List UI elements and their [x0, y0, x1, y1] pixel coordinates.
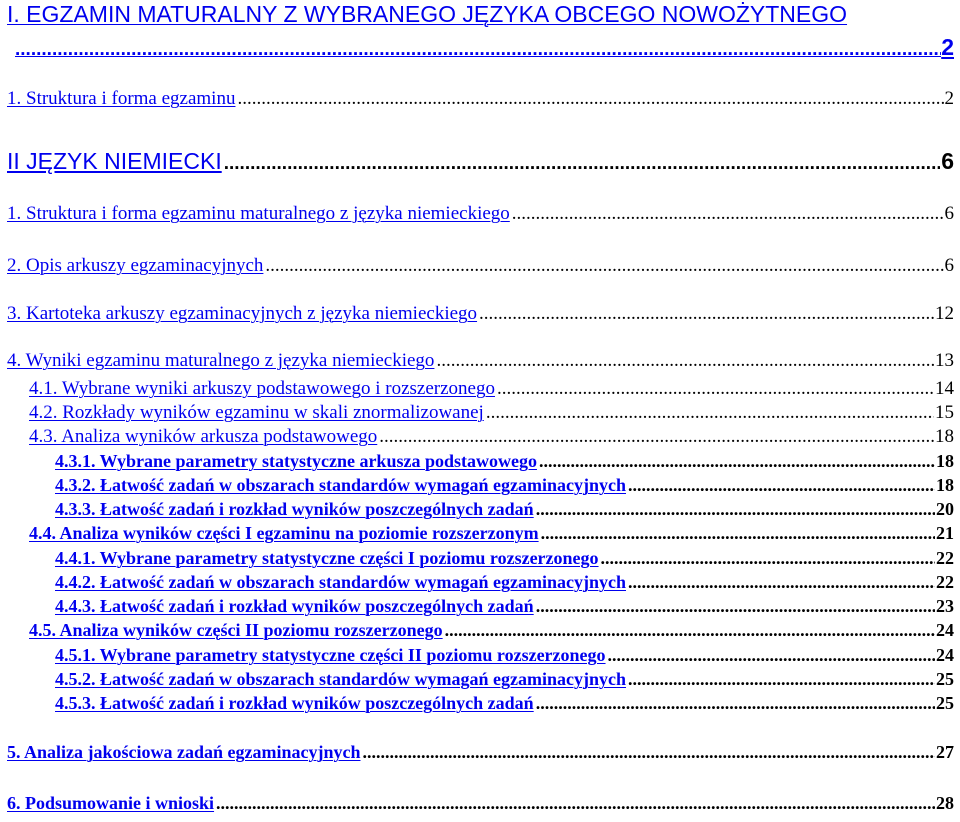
toc-entry-title[interactable]: 4.4.3. Łatwość zadań i rozkład wyników p…: [55, 596, 534, 617]
toc-entry[interactable]: 1. Struktura i forma egzaminu maturalneg…: [7, 203, 954, 225]
toc-entry-title[interactable]: 3. Kartoteka arkuszy egzaminacyjnych z j…: [7, 303, 477, 325]
toc-entry-page: 24: [936, 620, 954, 640]
toc-leader: [628, 572, 935, 593]
toc-entry[interactable]: 4.5.1. Wybrane parametry statystyczne cz…: [7, 645, 954, 666]
toc-entry[interactable]: 4.4. Analiza wyników części I egzaminu n…: [7, 523, 954, 544]
toc-leader: [536, 596, 935, 617]
toc-entry-page: 14: [935, 378, 954, 399]
toc-entry[interactable]: 4.1. Wybrane wyniki arkuszy podstawowego…: [7, 378, 954, 400]
toc-entry-section-i[interactable]: I. EGZAMIN MATURALNY Z WYBRANEGO JĘZYKA …: [7, 1, 954, 61]
toc-entry-page: 27: [936, 742, 954, 762]
toc-entry-page: 6: [944, 203, 955, 224]
toc-leader: [436, 350, 934, 372]
toc-entry-page: 25: [936, 693, 954, 713]
toc-entry[interactable]: 4.2. Rozkłady wyników egzaminu w skali z…: [7, 402, 954, 424]
toc-leader: [539, 451, 935, 472]
toc-entry-page: 12: [935, 303, 954, 324]
toc-entry-page: 6: [941, 148, 954, 174]
toc-entry[interactable]: 4.5.3. Łatwość zadań i rozkład wyników p…: [7, 693, 954, 714]
toc-entry-page: 6: [944, 255, 955, 276]
toc-entry-page: 2: [941, 34, 954, 60]
toc-entry-page: 18: [936, 451, 954, 471]
toc-entry[interactable]: 2. Opis arkuszy egzaminacyjnych 6: [7, 255, 954, 277]
toc-leader: ........................................…: [15, 39, 941, 60]
toc-entry-page: 23: [936, 596, 954, 616]
toc-leader: [379, 426, 934, 448]
toc-entry-title[interactable]: 1. Struktura i forma egzaminu maturalneg…: [7, 203, 510, 225]
toc-entry[interactable]: 4.4.3. Łatwość zadań i rozkład wyników p…: [7, 596, 954, 617]
toc-leader: [497, 378, 934, 400]
toc-entry-page: 18: [935, 426, 954, 447]
toc-entry-section-ii[interactable]: II JĘZYK NIEMIECKI 6: [7, 148, 954, 175]
toc-entry[interactable]: 4.4.1. Wybrane parametry statystyczne cz…: [7, 548, 954, 569]
toc-entry-page: 15: [935, 402, 954, 423]
toc-entry[interactable]: 4. Wyniki egzaminu maturalnego z języka …: [7, 350, 954, 372]
toc-leader: [224, 153, 940, 175]
toc-entry-title[interactable]: 4.3.1. Wybrane parametry statystyczne ar…: [55, 451, 537, 472]
toc-leader: [601, 548, 935, 569]
toc-entry-page: 21: [936, 523, 954, 543]
toc-leader: [363, 742, 936, 763]
toc-entry[interactable]: 4.3.2. Łatwość zadań w obszarach standar…: [7, 475, 954, 496]
toc-entry[interactable]: 4.3.1. Wybrane parametry statystyczne ar…: [7, 451, 954, 472]
toc-entry-title[interactable]: 4.2. Rozkłady wyników egzaminu w skali z…: [29, 402, 484, 424]
toc-leader: [479, 303, 934, 325]
toc-entry[interactable]: 4.5.2. Łatwość zadań w obszarach standar…: [7, 669, 954, 690]
toc-leader: [608, 645, 935, 666]
toc-entry-title[interactable]: 1. Struktura i forma egzaminu: [7, 88, 235, 110]
toc-entry[interactable]: 5. Analiza jakościowa zadań egzaminacyjn…: [7, 742, 954, 763]
toc-entry-page: 25: [936, 669, 954, 689]
toc-entry[interactable]: 3. Kartoteka arkuszy egzaminacyjnych z j…: [7, 303, 954, 325]
toc-leader: [237, 88, 943, 110]
toc-entry[interactable]: 1. Struktura i forma egzaminu 2: [7, 88, 954, 110]
toc-entry[interactable]: 4.3.3. Łatwość zadań i rozkład wyników p…: [7, 499, 954, 520]
toc-leader: [512, 203, 944, 225]
toc-entry-title[interactable]: 4.5.1. Wybrane parametry statystyczne cz…: [55, 645, 606, 666]
toc-leader: [628, 669, 935, 690]
toc-entry-title[interactable]: 4.5.2. Łatwość zadań w obszarach standar…: [55, 669, 626, 690]
toc-entry-title[interactable]: 2. Opis arkuszy egzaminacyjnych: [7, 255, 263, 277]
table-of-contents: I. EGZAMIN MATURALNY Z WYBRANEGO JĘZYKA …: [7, 0, 954, 822]
toc-entry-title[interactable]: 5. Analiza jakościowa zadań egzaminacyjn…: [7, 742, 361, 763]
toc-leader: [536, 693, 935, 714]
toc-entry-title[interactable]: 4.3.2. Łatwość zadań w obszarach standar…: [55, 475, 626, 496]
toc-entry[interactable]: 4.5. Analiza wyników części II poziomu r…: [7, 620, 954, 641]
toc-entry-title[interactable]: 4.3.3. Łatwość zadań i rozkład wyników p…: [55, 499, 534, 520]
toc-entry-page: 2: [944, 88, 955, 109]
toc-entry-page: 20: [936, 499, 954, 519]
toc-entry-title[interactable]: I. EGZAMIN MATURALNY Z WYBRANEGO JĘZYKA …: [7, 1, 847, 27]
toc-entry-page: 24: [936, 645, 954, 665]
toc-leader: [216, 793, 935, 814]
toc-entry-title[interactable]: 4.4.2. Łatwość zadań w obszarach standar…: [55, 572, 626, 593]
toc-entry[interactable]: 4.4.2. Łatwość zadań w obszarach standar…: [7, 572, 954, 593]
toc-entry-title[interactable]: 4. Wyniki egzaminu maturalnego z języka …: [7, 350, 434, 372]
toc-entry-title[interactable]: 6. Podsumowanie i wnioski: [7, 793, 214, 814]
toc-entry-title[interactable]: II JĘZYK NIEMIECKI: [7, 148, 222, 175]
toc-entry[interactable]: 4.3. Analiza wyników arkusza podstawoweg…: [7, 426, 954, 448]
toc-entry-title[interactable]: 4.5.3. Łatwość zadań i rozkład wyników p…: [55, 693, 534, 714]
toc-entry-title[interactable]: 4.4. Analiza wyników części I egzaminu n…: [29, 523, 539, 544]
toc-leader: [486, 402, 934, 424]
toc-leader: [445, 620, 935, 641]
toc-leader: [628, 475, 935, 496]
toc-entry-page: 28: [936, 793, 954, 813]
toc-entry-title[interactable]: 4.1. Wybrane wyniki arkuszy podstawowego…: [29, 378, 495, 400]
toc-entry-page: 22: [936, 572, 954, 592]
toc-entry-title[interactable]: 4.3. Analiza wyników arkusza podstawoweg…: [29, 426, 377, 448]
toc-entry-title[interactable]: 4.4.1. Wybrane parametry statystyczne cz…: [55, 548, 599, 569]
toc-leader: [541, 523, 935, 544]
toc-entry[interactable]: 6. Podsumowanie i wnioski 28: [7, 793, 954, 814]
toc-leader: [536, 499, 935, 520]
toc-entry-page: 22: [936, 548, 954, 568]
toc-entry-page: 13: [935, 350, 954, 371]
toc-leader: [265, 255, 943, 277]
toc-entry-title[interactable]: 4.5. Analiza wyników części II poziomu r…: [29, 620, 443, 641]
toc-entry-page: 18: [936, 475, 954, 495]
